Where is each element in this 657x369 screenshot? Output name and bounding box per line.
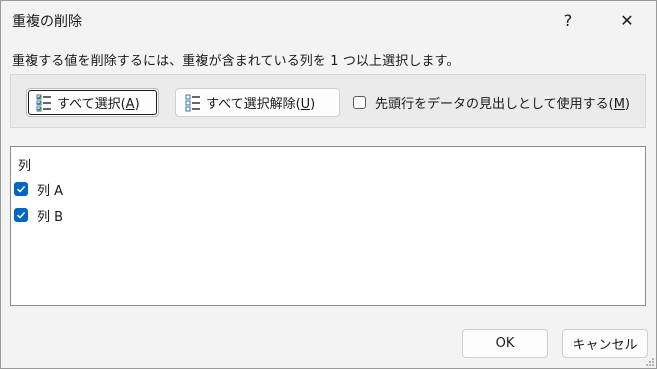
ok-button[interactable]: OK	[462, 329, 548, 358]
help-icon: ?	[563, 10, 573, 30]
title-bar: 重複の削除 ? ✕	[1, 1, 656, 39]
help-button[interactable]: ?	[545, 1, 591, 39]
check-icon	[16, 185, 26, 193]
close-button[interactable]: ✕	[604, 1, 650, 39]
column-a-label: 列 A	[37, 183, 64, 199]
instruction-text: 重複する値を削除するには、重複が含まれている列を 1 つ以上選択します。	[12, 54, 460, 69]
column-a-checkbox[interactable]	[14, 182, 28, 196]
column-b-label: 列 B	[37, 209, 64, 225]
cancel-button[interactable]: キャンセル	[562, 329, 648, 358]
column-list[interactable]: 列 列 A 列 B	[10, 146, 646, 306]
unselect-all-button[interactable]: すべて選択解除(U)	[175, 88, 340, 117]
header-row-checkbox-label: 先頭行をデータの見出しとして使用する(M)	[375, 97, 630, 112]
resize-grip-icon[interactable]	[645, 357, 655, 367]
column-b-checkbox[interactable]	[14, 208, 28, 222]
unselect-all-icon	[185, 94, 200, 111]
header-row-checkbox[interactable]: 先頭行をデータの見出しとして使用する(M)	[353, 93, 630, 112]
selection-options-panel: すべて選択(A) すべて選択解除(U) 先頭行をデータの見出しとして使用する(M…	[10, 74, 646, 128]
column-list-header: 列	[18, 159, 32, 174]
check-icon	[16, 211, 26, 219]
select-all-label: すべて選択(A)	[57, 97, 140, 112]
select-all-icon	[36, 94, 51, 111]
remove-duplicates-dialog: 重複の削除 ? ✕ 重複する値を削除するには、重複が含まれている列を 1 つ以上…	[0, 0, 657, 369]
select-all-button[interactable]: すべて選択(A)	[26, 88, 159, 117]
column-item-a[interactable]: 列 A	[14, 179, 63, 199]
unselect-all-label: すべて選択解除(U)	[206, 97, 316, 112]
column-item-b[interactable]: 列 B	[14, 205, 63, 225]
header-row-checkbox-box[interactable]	[353, 96, 366, 109]
dialog-title: 重複の削除	[12, 14, 82, 30]
close-icon: ✕	[620, 10, 634, 30]
